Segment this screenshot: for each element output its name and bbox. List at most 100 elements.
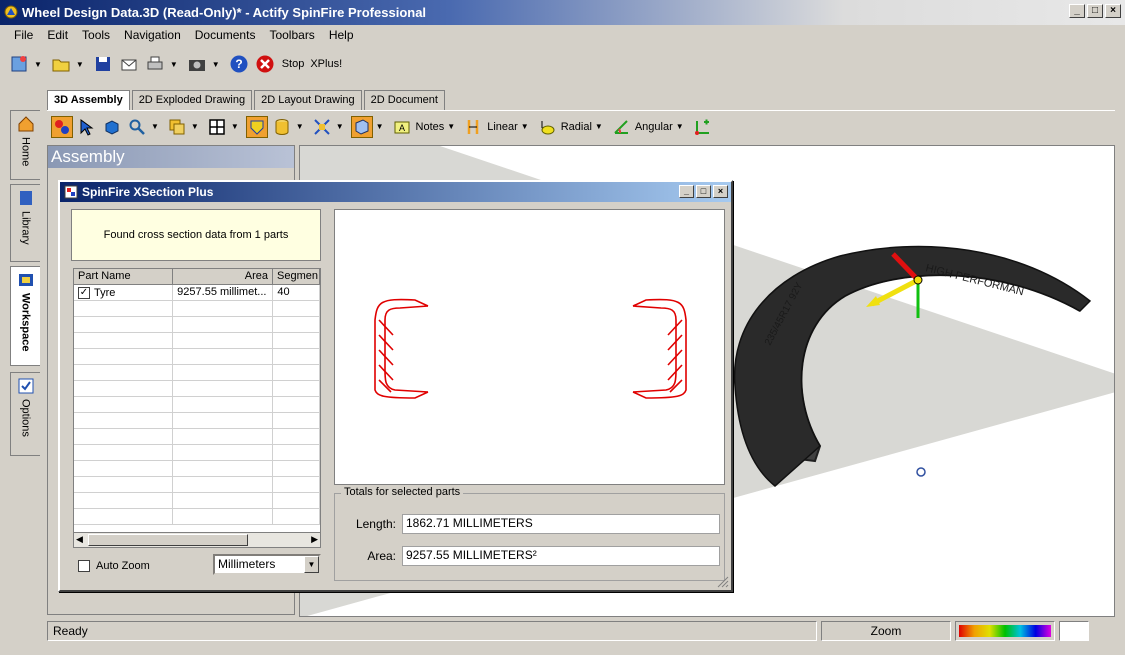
units-select[interactable]: Millimeters ▼	[213, 554, 321, 575]
menu-tools[interactable]: Tools	[82, 28, 110, 42]
stop-icon[interactable]	[254, 53, 276, 75]
color-swatch[interactable]	[1059, 621, 1089, 641]
chevron-down-icon[interactable]: ▼	[304, 556, 319, 573]
section-dropdown-icon[interactable]: ▼	[376, 122, 384, 131]
library-icon	[19, 191, 32, 205]
column-part-name[interactable]: Part Name	[74, 269, 173, 284]
length-field[interactable]: 1862.71 MILLIMETERS	[402, 514, 720, 534]
layers-dropdown-icon[interactable]: ▼	[191, 122, 199, 131]
menu-navigation[interactable]: Navigation	[124, 28, 181, 42]
scroll-right-icon[interactable]: ▶	[311, 534, 318, 545]
auto-zoom-checkbox[interactable]	[78, 560, 90, 572]
search-icon[interactable]	[126, 116, 148, 138]
area-label: Area:	[367, 549, 396, 563]
layers-icon[interactable]	[166, 116, 188, 138]
scroll-left-icon[interactable]: ◀	[76, 534, 83, 545]
scrollbar-thumb[interactable]	[88, 534, 248, 546]
viewports-icon[interactable]	[206, 116, 228, 138]
linear-label[interactable]: Linear	[487, 121, 518, 133]
viewports-dropdown-icon[interactable]: ▼	[231, 122, 239, 131]
column-segments[interactable]: Segmen	[273, 269, 320, 284]
cylinder-icon[interactable]	[271, 116, 293, 138]
assembly-panel-title: Assembly	[48, 146, 294, 168]
linear-dropdown-icon[interactable]: ▼	[521, 122, 529, 131]
axis-add-icon[interactable]	[691, 116, 713, 138]
menu-documents[interactable]: Documents	[195, 28, 256, 42]
tab-2d-document[interactable]: 2D Document	[363, 90, 445, 110]
tab-options[interactable]: Options	[10, 372, 40, 456]
auto-zoom-option[interactable]: Auto Zoom	[78, 560, 150, 572]
radial-icon[interactable]	[536, 116, 558, 138]
minimize-button[interactable]: _	[1069, 4, 1085, 18]
cursor-icon[interactable]	[76, 116, 98, 138]
area-field[interactable]: 9257.55 MILLIMETERS²	[402, 546, 720, 566]
angular-dropdown-icon[interactable]: ▼	[676, 122, 684, 131]
angular-icon[interactable]	[610, 116, 632, 138]
close-button[interactable]: ×	[1105, 4, 1121, 18]
open-dropdown-icon[interactable]: ▼	[76, 60, 84, 69]
camera-icon[interactable]	[186, 53, 208, 75]
part-area: 9257.55 millimet...	[173, 285, 274, 300]
xplus-button[interactable]: XPlus!	[310, 58, 342, 70]
maximize-button[interactable]: □	[1087, 4, 1103, 18]
open-icon[interactable]	[50, 53, 72, 75]
stop-label[interactable]: Stop	[282, 58, 305, 70]
notes-label[interactable]: Notes	[416, 121, 445, 133]
tab-home[interactable]: Home	[10, 110, 40, 180]
tab-workspace[interactable]: Workspace	[10, 266, 40, 366]
length-row: Length: 1862.71 MILLIMETERS	[343, 514, 720, 534]
notes-icon[interactable]: A	[391, 116, 413, 138]
dialog-close-button[interactable]: ×	[713, 185, 728, 198]
triad-origin[interactable]	[913, 275, 923, 285]
assembly-toolbar: ▼ ▼ ▼ ▼ ▼ ▼ A Notes ▼ Linear ▼ Radial ▼ Ang…	[47, 110, 1115, 142]
status-text: Ready	[47, 621, 817, 641]
dialog-maximize-button[interactable]: □	[696, 185, 711, 198]
anchor-point[interactable]	[916, 467, 926, 477]
tab-library[interactable]: Library	[10, 184, 40, 262]
section-icon[interactable]	[350, 115, 373, 138]
new-icon[interactable]	[8, 53, 30, 75]
explode-dropdown-icon[interactable]: ▼	[336, 122, 344, 131]
dialog-minimize-button[interactable]: _	[679, 185, 694, 198]
tab-2d-layout[interactable]: 2D Layout Drawing	[254, 90, 362, 110]
camera-dropdown-icon[interactable]: ▼	[212, 60, 220, 69]
radial-dropdown-icon[interactable]: ▼	[595, 122, 603, 131]
new-dropdown-icon[interactable]: ▼	[34, 60, 42, 69]
menu-help[interactable]: Help	[329, 28, 354, 42]
save-icon[interactable]	[92, 53, 114, 75]
menu-file[interactable]: File	[14, 28, 33, 42]
table-row[interactable]: ✓ Tyre 9257.55 millimet... 40	[74, 285, 320, 301]
explode-icon[interactable]	[311, 116, 333, 138]
search-dropdown-icon[interactable]: ▼	[151, 122, 159, 131]
section-preview[interactable]	[334, 209, 725, 485]
part-checkbox[interactable]: ✓	[78, 286, 90, 299]
color-spectrum[interactable]	[955, 621, 1055, 641]
right-section-outline	[632, 298, 687, 399]
length-label: Length:	[355, 517, 396, 531]
tab-3d-assembly[interactable]: 3D Assembly	[47, 90, 130, 110]
linear-icon[interactable]	[462, 116, 484, 138]
help-icon[interactable]: ?	[228, 53, 250, 75]
part-segments: 40	[273, 285, 320, 300]
app-icon	[4, 5, 18, 19]
angular-label[interactable]: Angular	[635, 121, 673, 133]
cylinder-dropdown-icon[interactable]: ▼	[296, 122, 304, 131]
units-value: Millimeters	[218, 557, 276, 571]
tab-2d-exploded[interactable]: 2D Exploded Drawing	[131, 90, 253, 110]
print-dropdown-icon[interactable]: ▼	[170, 60, 178, 69]
notes-dropdown-icon[interactable]: ▼	[447, 122, 455, 131]
menu-edit[interactable]: Edit	[47, 28, 68, 42]
select-parts-icon[interactable]	[51, 115, 73, 138]
resize-grip-icon[interactable]	[717, 576, 729, 588]
table-horizontal-scrollbar[interactable]: ◀ ▶	[73, 532, 321, 548]
print-icon[interactable]	[144, 53, 166, 75]
menu-toolbars[interactable]: Toolbars	[269, 28, 314, 42]
parts-table: Part Name Area Segmen ✓ Tyre 9257.55 mil…	[73, 268, 321, 548]
zoom-status: Zoom	[821, 621, 951, 641]
svg-text:A: A	[399, 123, 405, 133]
radial-label[interactable]: Radial	[561, 121, 592, 133]
shield-view-icon[interactable]	[245, 115, 268, 138]
email-icon[interactable]	[118, 53, 140, 75]
solid-view-icon[interactable]	[101, 116, 123, 138]
column-area[interactable]: Area	[173, 269, 273, 284]
